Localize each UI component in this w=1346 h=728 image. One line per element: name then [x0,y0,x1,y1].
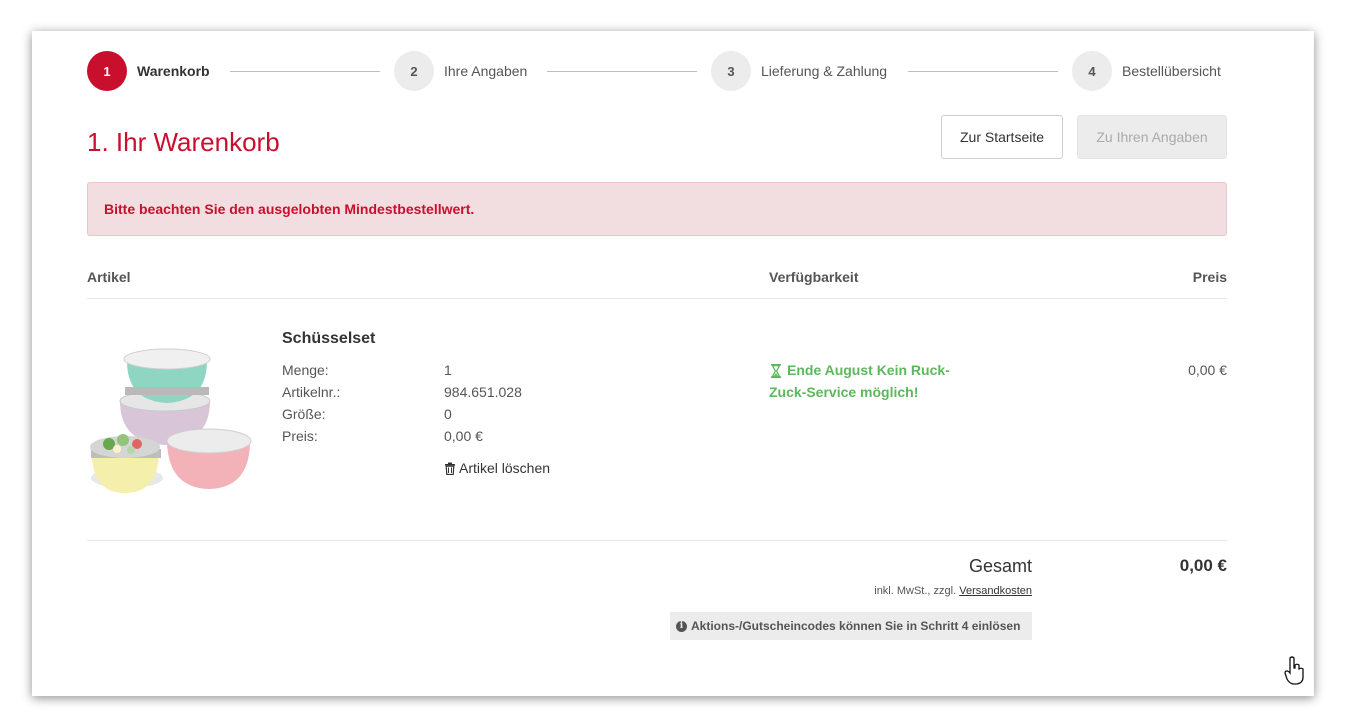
column-header-price: Preis [1192,269,1227,285]
step-2-circle[interactable]: 2 [394,51,434,91]
detail-value-article-number: 984.651.028 [444,384,522,400]
total-label: Gesamt [968,556,1032,576]
detail-value-quantity: 1 [444,362,452,378]
voucher-info-text: Aktions-/Gutscheincodes können Sie in Sc… [691,619,1021,633]
next-step-button[interactable]: Zu Ihren Angaben [1077,115,1227,159]
availability-text: Ende August Kein Ruck-Zuck-Service mögli… [769,362,950,400]
step-connector [230,71,380,72]
item-price: 0,00 € [1188,362,1227,378]
step-4-label[interactable]: Bestellübersicht [1122,62,1221,80]
hand-cursor-icon [1284,656,1304,685]
home-button[interactable]: Zur Startseite [941,115,1063,159]
tax-note-text: inkl. MwSt., zzgl. [874,585,960,597]
minimum-order-alert: Bitte beachten Sie den ausgelobten Minde… [87,182,1227,236]
column-header-article: Artikel [87,269,131,285]
shipping-costs-link[interactable]: Versandkosten [959,585,1032,597]
checkout-panel: 1 Warenkorb 2 Ihre Angaben 3 Lieferung &… [32,31,1314,696]
divider [87,540,1227,541]
step-connector [908,71,1058,72]
delete-item-button[interactable]: Artikel löschen [444,459,550,477]
delete-item-label: Artikel löschen [459,460,551,476]
step-3-label[interactable]: Lieferung & Zahlung [761,62,887,80]
detail-label-quantity: Menge: [282,362,329,378]
step-1-circle[interactable]: 1 [87,51,127,91]
step-2-label[interactable]: Ihre Angaben [444,62,527,80]
detail-label-article-number: Artikelnr.: [282,384,341,400]
trash-icon [445,462,455,475]
detail-value-size: 0 [444,406,452,422]
column-header-availability: Verfügbarkeit [769,269,859,285]
page-title: 1. Ihr Warenkorb [87,127,280,157]
step-4-circle[interactable]: 4 [1072,51,1112,91]
divider [87,298,1227,299]
step-connector [547,71,697,72]
tax-note: inkl. MwSt., zzgl. Versandkosten [732,584,1032,598]
detail-label-price: Preis: [282,428,318,444]
alert-message: Bitte beachten Sie den ausgelobten Minde… [104,201,475,217]
detail-label-size: Größe: [282,406,326,422]
step-3-circle[interactable]: 3 [711,51,751,91]
detail-value-price: 0,00 € [444,428,483,444]
info-icon: i [676,620,687,632]
voucher-info-note: i Aktions-/Gutscheincodes können Sie in … [670,612,1032,640]
product-image[interactable] [87,343,252,493]
step-1-label[interactable]: Warenkorb [137,62,210,80]
total-value: 0,00 € [1179,556,1227,575]
product-name[interactable]: Schüsselset [282,329,375,349]
